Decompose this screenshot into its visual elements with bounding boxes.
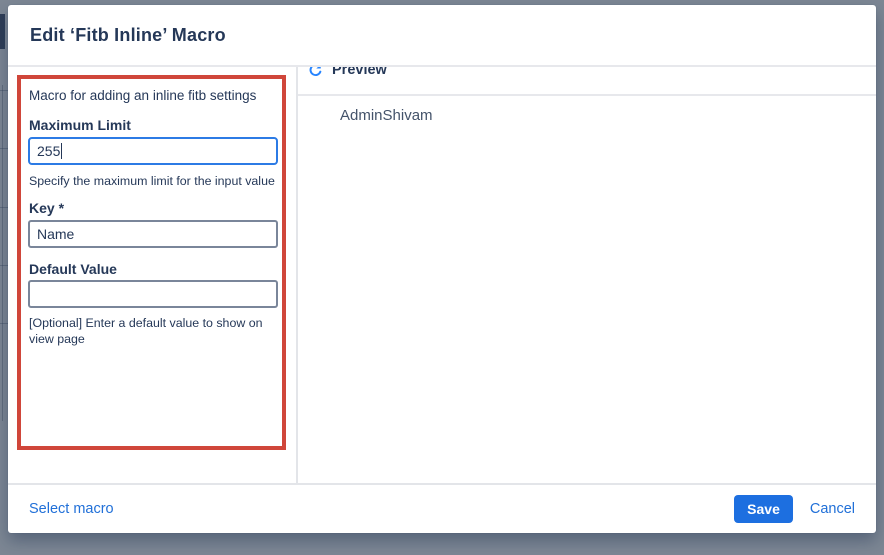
dialog-footer: Select macro Save Cancel <box>8 483 876 533</box>
key-value: Name <box>37 226 74 242</box>
preview-panel: Preview AdminShivam <box>298 67 876 483</box>
maximum-limit-help: Specify the maximum limit for the input … <box>29 173 275 189</box>
select-macro-link[interactable]: Select macro <box>29 501 114 517</box>
cancel-link[interactable]: Cancel <box>810 501 855 517</box>
edit-macro-dialog: Edit ‘Fitb Inline’ Macro Macro for addin… <box>8 5 876 533</box>
preview-content: AdminShivam <box>340 107 433 124</box>
dialog-body: Macro for adding an inline fitb settings… <box>8 67 876 483</box>
key-label: Key * <box>29 200 64 216</box>
refresh-icon[interactable] <box>308 67 323 78</box>
save-button[interactable]: Save <box>734 495 793 523</box>
dialog-title: Edit ‘Fitb Inline’ Macro <box>30 25 226 46</box>
dialog-header: Edit ‘Fitb Inline’ Macro <box>8 5 876 67</box>
background-table-row-line <box>0 90 8 91</box>
macro-parameters-panel: Macro for adding an inline fitb settings… <box>8 67 298 483</box>
maximum-limit-label: Maximum Limit <box>29 117 131 133</box>
default-value-input[interactable] <box>28 280 278 308</box>
maximum-limit-value: 255 <box>37 143 60 159</box>
background-table-row-line <box>0 323 8 324</box>
screen: { "modal": { "title": "Edit \u2018Fitb I… <box>0 0 884 555</box>
background-table-row-line <box>0 148 8 149</box>
preview-heading-label: Preview <box>332 67 387 78</box>
background-table-row-line <box>0 207 8 208</box>
background-table-row-line <box>0 265 8 266</box>
default-value-help: [Optional] Enter a default value to show… <box>29 315 279 347</box>
maximum-limit-input[interactable]: 255 <box>28 137 278 165</box>
key-input[interactable]: Name <box>28 220 278 248</box>
default-value-label: Default Value <box>29 261 117 277</box>
text-caret <box>61 143 62 159</box>
preview-heading: Preview <box>308 67 387 78</box>
background-page-fragment <box>0 14 5 49</box>
macro-description: Macro for adding an inline fitb settings <box>29 88 256 103</box>
footer-actions: Save Cancel <box>734 495 855 523</box>
preview-divider <box>298 94 876 96</box>
